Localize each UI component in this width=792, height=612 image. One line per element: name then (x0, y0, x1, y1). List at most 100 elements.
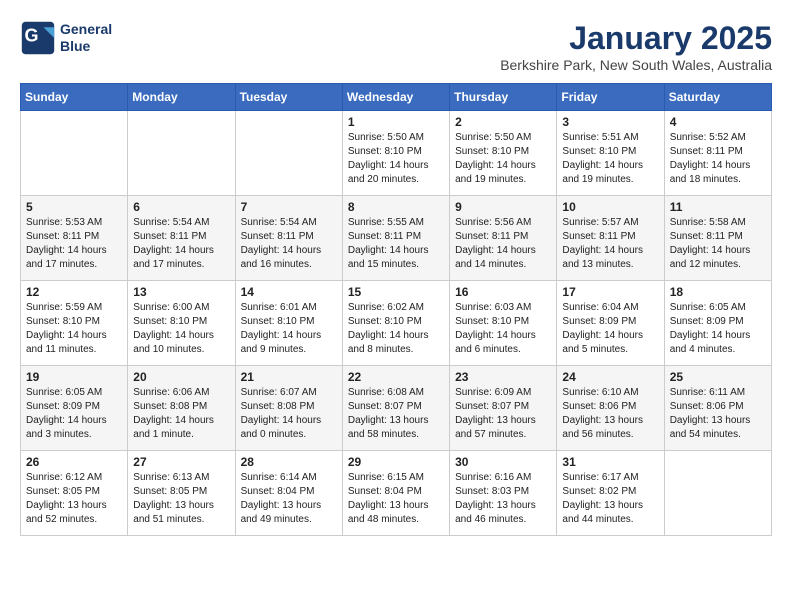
calendar-cell: 22 Sunrise: 6:08 AMSunset: 8:07 PMDayligh… (342, 366, 449, 451)
day-number: 7 (241, 200, 337, 214)
calendar-cell (128, 111, 235, 196)
week-row-3: 12 Sunrise: 5:59 AMSunset: 8:10 PMDayligh… (21, 281, 772, 366)
calendar-cell: 19 Sunrise: 6:05 AMSunset: 8:09 PMDayligh… (21, 366, 128, 451)
calendar-table: SundayMondayTuesdayWednesdayThursdayFrid… (20, 83, 772, 536)
calendar-cell: 15 Sunrise: 6:02 AMSunset: 8:10 PMDayligh… (342, 281, 449, 366)
calendar-cell: 7 Sunrise: 5:54 AMSunset: 8:11 PMDaylight… (235, 196, 342, 281)
week-row-5: 26 Sunrise: 6:12 AMSunset: 8:05 PMDayligh… (21, 451, 772, 536)
weekday-header-thursday: Thursday (450, 84, 557, 111)
day-info: Sunrise: 6:06 AMSunset: 8:08 PMDaylight:… (133, 386, 229, 442)
calendar-cell: 21 Sunrise: 6:07 AMSunset: 8:08 PMDayligh… (235, 366, 342, 451)
calendar-cell: 1 Sunrise: 5:50 AMSunset: 8:10 PMDaylight… (342, 111, 449, 196)
calendar-cell: 25 Sunrise: 6:11 AMSunset: 8:06 PMDayligh… (664, 366, 771, 451)
calendar-cell: 30 Sunrise: 6:16 AMSunset: 8:03 PMDayligh… (450, 451, 557, 536)
week-row-4: 19 Sunrise: 6:05 AMSunset: 8:09 PMDayligh… (21, 366, 772, 451)
day-info: Sunrise: 6:15 AMSunset: 8:04 PMDaylight:… (348, 471, 444, 527)
day-number: 11 (670, 200, 766, 214)
weekday-header-tuesday: Tuesday (235, 84, 342, 111)
day-number: 10 (562, 200, 658, 214)
day-info: Sunrise: 6:17 AMSunset: 8:02 PMDaylight:… (562, 471, 658, 527)
day-number: 12 (26, 285, 122, 299)
page-header: G General Blue January 2025 Berkshire Pa… (20, 20, 772, 73)
day-info: Sunrise: 5:51 AMSunset: 8:10 PMDaylight:… (562, 131, 658, 187)
weekday-header-sunday: Sunday (21, 84, 128, 111)
calendar-cell (235, 111, 342, 196)
day-info: Sunrise: 6:07 AMSunset: 8:08 PMDaylight:… (241, 386, 337, 442)
calendar-cell: 29Sunrise: 6:15 AMSunset: 8:04 PMDayligh… (342, 451, 449, 536)
day-number: 5 (26, 200, 122, 214)
day-number: 27 (133, 455, 229, 469)
day-info: Sunrise: 6:14 AMSunset: 8:04 PMDaylight:… (241, 471, 337, 527)
day-number: 14 (241, 285, 337, 299)
day-info: Sunrise: 6:08 AMSunset: 8:07 PMDaylight:… (348, 386, 444, 442)
day-number: 9 (455, 200, 551, 214)
calendar-cell (21, 111, 128, 196)
logo-icon: G (20, 20, 56, 56)
day-number: 25 (670, 370, 766, 384)
day-info: Sunrise: 6:04 AMSunset: 8:09 PMDaylight:… (562, 301, 658, 357)
calendar-cell: 18Sunrise: 6:05 AMSunset: 8:09 PMDayligh… (664, 281, 771, 366)
calendar-cell: 23 Sunrise: 6:09 AMSunset: 8:07 PMDayligh… (450, 366, 557, 451)
week-row-2: 5Sunrise: 5:53 AMSunset: 8:11 PMDaylight… (21, 196, 772, 281)
day-info: Sunrise: 6:03 AMSunset: 8:10 PMDaylight:… (455, 301, 551, 357)
day-info: Sunrise: 6:16 AMSunset: 8:03 PMDaylight:… (455, 471, 551, 527)
day-number: 22 (348, 370, 444, 384)
day-number: 15 (348, 285, 444, 299)
day-number: 6 (133, 200, 229, 214)
calendar-cell: 5Sunrise: 5:53 AMSunset: 8:11 PMDaylight… (21, 196, 128, 281)
day-info: Sunrise: 5:59 AMSunset: 8:10 PMDaylight:… (26, 301, 122, 357)
day-number: 19 (26, 370, 122, 384)
calendar-cell: 11 Sunrise: 5:58 AMSunset: 8:11 PMDayligh… (664, 196, 771, 281)
day-number: 18 (670, 285, 766, 299)
day-info: Sunrise: 6:05 AMSunset: 8:09 PMDaylight:… (26, 386, 122, 442)
calendar-cell: 17Sunrise: 6:04 AMSunset: 8:09 PMDayligh… (557, 281, 664, 366)
day-info: Sunrise: 6:02 AMSunset: 8:10 PMDaylight:… (348, 301, 444, 357)
weekday-header-monday: Monday (128, 84, 235, 111)
day-info: Sunrise: 5:52 AMSunset: 8:11 PMDaylight:… (670, 131, 766, 187)
calendar-cell: 28 Sunrise: 6:14 AMSunset: 8:04 PMDayligh… (235, 451, 342, 536)
day-number: 20 (133, 370, 229, 384)
day-number: 13 (133, 285, 229, 299)
day-info: Sunrise: 5:58 AMSunset: 8:11 PMDaylight:… (670, 216, 766, 272)
day-info: Sunrise: 5:56 AMSunset: 8:11 PMDaylight:… (455, 216, 551, 272)
calendar-cell: 24Sunrise: 6:10 AMSunset: 8:06 PMDayligh… (557, 366, 664, 451)
day-info: Sunrise: 6:01 AMSunset: 8:10 PMDaylight:… (241, 301, 337, 357)
calendar-cell: 2 Sunrise: 5:50 AMSunset: 8:10 PMDaylight… (450, 111, 557, 196)
day-info: Sunrise: 6:11 AMSunset: 8:06 PMDaylight:… (670, 386, 766, 442)
svg-text:G: G (25, 26, 39, 46)
day-number: 30 (455, 455, 551, 469)
logo-text: General Blue (60, 21, 112, 55)
day-info: Sunrise: 6:13 AMSunset: 8:05 PMDaylight:… (133, 471, 229, 527)
day-number: 24 (562, 370, 658, 384)
day-number: 1 (348, 115, 444, 129)
day-info: Sunrise: 5:50 AMSunset: 8:10 PMDaylight:… (455, 131, 551, 187)
day-number: 4 (670, 115, 766, 129)
day-info: Sunrise: 6:09 AMSunset: 8:07 PMDaylight:… (455, 386, 551, 442)
calendar-cell: 13Sunrise: 6:00 AMSunset: 8:10 PMDayligh… (128, 281, 235, 366)
weekday-header-friday: Friday (557, 84, 664, 111)
calendar-cell: 20 Sunrise: 6:06 AMSunset: 8:08 PMDayligh… (128, 366, 235, 451)
day-info: Sunrise: 5:50 AMSunset: 8:10 PMDaylight:… (348, 131, 444, 187)
day-number: 28 (241, 455, 337, 469)
day-number: 23 (455, 370, 551, 384)
calendar-cell: 14 Sunrise: 6:01 AMSunset: 8:10 PMDayligh… (235, 281, 342, 366)
day-info: Sunrise: 5:55 AMSunset: 8:11 PMDaylight:… (348, 216, 444, 272)
calendar-cell: 16Sunrise: 6:03 AMSunset: 8:10 PMDayligh… (450, 281, 557, 366)
calendar-cell: 31Sunrise: 6:17 AMSunset: 8:02 PMDayligh… (557, 451, 664, 536)
logo: G General Blue (20, 20, 112, 56)
weekday-header-row: SundayMondayTuesdayWednesdayThursdayFrid… (21, 84, 772, 111)
calendar-cell: 27 Sunrise: 6:13 AMSunset: 8:05 PMDayligh… (128, 451, 235, 536)
weekday-header-wednesday: Wednesday (342, 84, 449, 111)
location-subtitle: Berkshire Park, New South Wales, Austral… (500, 57, 772, 73)
calendar-cell: 26 Sunrise: 6:12 AMSunset: 8:05 PMDayligh… (21, 451, 128, 536)
month-title: January 2025 (500, 20, 772, 57)
day-number: 8 (348, 200, 444, 214)
week-row-1: 1 Sunrise: 5:50 AMSunset: 8:10 PMDaylight… (21, 111, 772, 196)
day-number: 2 (455, 115, 551, 129)
day-number: 26 (26, 455, 122, 469)
day-info: Sunrise: 5:54 AMSunset: 8:11 PMDaylight:… (241, 216, 337, 272)
day-number: 21 (241, 370, 337, 384)
day-info: Sunrise: 6:12 AMSunset: 8:05 PMDaylight:… (26, 471, 122, 527)
day-info: Sunrise: 5:54 AMSunset: 8:11 PMDaylight:… (133, 216, 229, 272)
day-info: Sunrise: 5:57 AMSunset: 8:11 PMDaylight:… (562, 216, 658, 272)
